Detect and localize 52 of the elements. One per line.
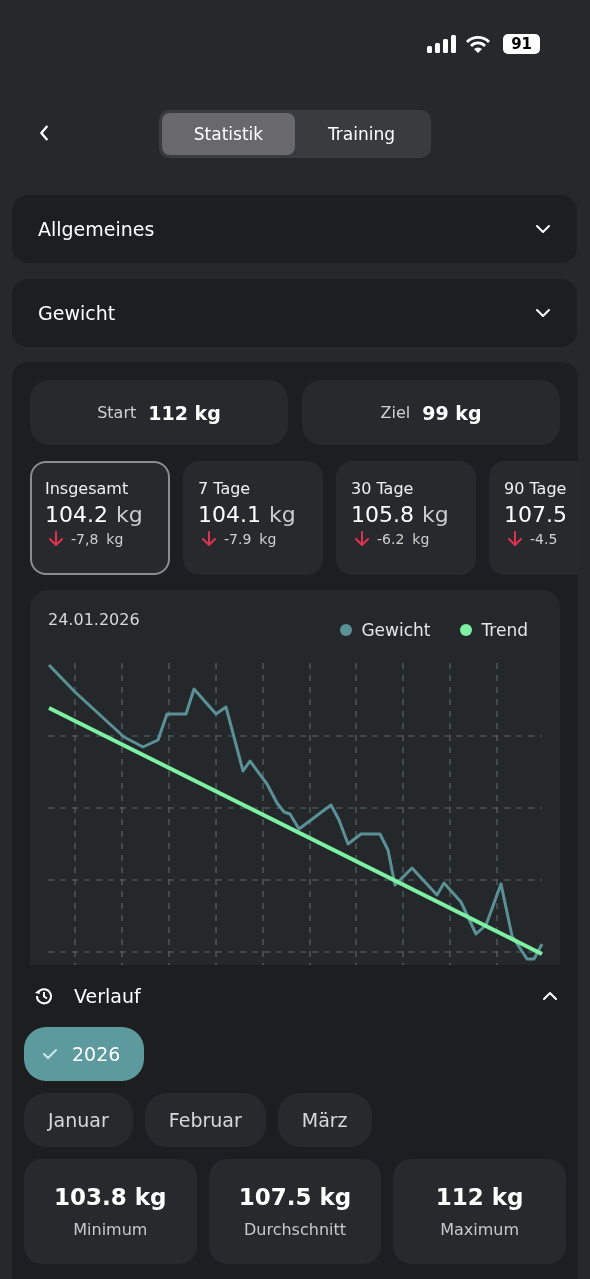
period-unit: kg bbox=[116, 502, 143, 527]
stat-value: 112 kg bbox=[435, 1184, 524, 1210]
check-icon bbox=[42, 1048, 58, 1060]
arrow-down-icon bbox=[355, 531, 369, 547]
accordion-header[interactable]: Allgemeines bbox=[12, 195, 577, 263]
period-value: 105.8 bbox=[351, 502, 414, 527]
period-label: 90 Tage bbox=[504, 479, 568, 498]
period-change: -7,8 bbox=[71, 531, 99, 547]
arrow-down-icon bbox=[508, 531, 522, 547]
goal-label: Ziel bbox=[380, 403, 411, 422]
stat-value: 107.5 kg bbox=[238, 1184, 352, 1210]
period-card[interactable]: 90 Tage 107.5 -4.5 bbox=[489, 461, 578, 575]
stat-label: Minimum bbox=[73, 1220, 148, 1239]
history-header[interactable]: Verlauf bbox=[12, 965, 578, 1027]
tab[interactable]: Statistik bbox=[162, 113, 295, 155]
period-value: 104.1 bbox=[198, 502, 261, 527]
period-change: -4.5 bbox=[530, 531, 558, 547]
legend-label: Gewicht bbox=[361, 620, 431, 640]
period-change-unit: kg bbox=[106, 531, 124, 547]
period-value: 104.2 bbox=[45, 502, 108, 527]
stat-label: Maximum bbox=[440, 1220, 520, 1239]
arrow-down-icon bbox=[202, 531, 216, 547]
goal-label: Start bbox=[97, 403, 137, 422]
month-chip[interactable]: Februar bbox=[144, 1093, 266, 1147]
stat-value: 103.8 kg bbox=[54, 1184, 167, 1210]
chart-date: 24.01.2026 bbox=[48, 610, 140, 629]
period-label: 30 Tage bbox=[351, 479, 415, 498]
accordion-header[interactable]: Gewicht bbox=[12, 279, 577, 347]
period-change: -6.2 bbox=[377, 531, 405, 547]
goal-value: 112 kg bbox=[148, 401, 221, 424]
period-unit: kg bbox=[269, 502, 296, 527]
month-chip[interactable]: März bbox=[277, 1093, 372, 1147]
period-card[interactable]: 7 Tage 104.1 kg -7.9 kg bbox=[183, 461, 323, 575]
period-label: 7 Tage bbox=[198, 479, 252, 498]
period-value: 107.5 bbox=[504, 502, 567, 527]
period-change-unit: kg bbox=[259, 531, 277, 547]
signal-icon bbox=[427, 34, 458, 54]
tab[interactable]: Training bbox=[295, 113, 428, 155]
period-card[interactable]: 30 Tage 105.8 kg -6.2 kg bbox=[336, 461, 476, 575]
period-change-unit: kg bbox=[412, 531, 430, 547]
arrow-down-icon bbox=[49, 531, 63, 547]
period-unit: kg bbox=[422, 502, 449, 527]
goal-value: 99 kg bbox=[422, 401, 482, 424]
battery-indicator: 91 bbox=[503, 34, 540, 54]
wifi-icon bbox=[465, 34, 492, 54]
legend-label: Trend bbox=[481, 620, 528, 640]
period-change: -7.9 bbox=[224, 531, 252, 547]
period-card[interactable]: Insgesamt 104.2 kg -7,8 kg bbox=[30, 461, 170, 575]
period-label: Insgesamt bbox=[45, 479, 130, 498]
history-icon bbox=[34, 986, 54, 1006]
stat-label: Durchschnitt bbox=[244, 1220, 346, 1239]
month-chip[interactable]: Januar bbox=[24, 1093, 133, 1147]
